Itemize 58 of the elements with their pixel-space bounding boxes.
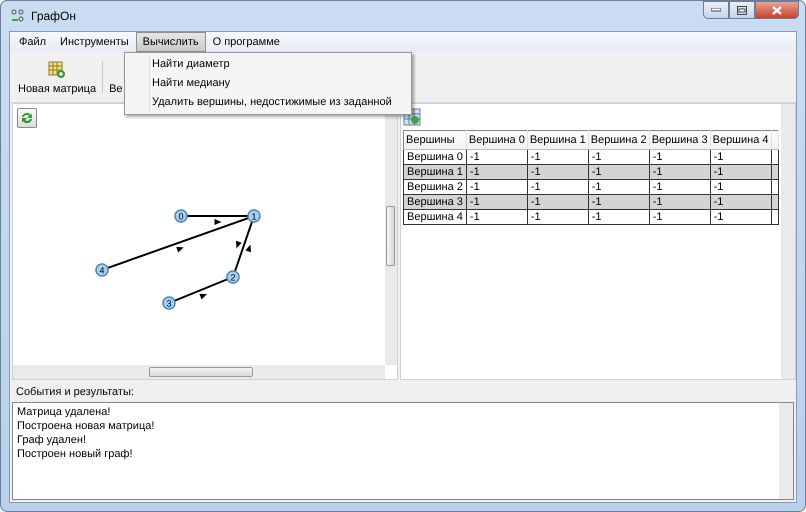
refresh-icon <box>20 111 34 125</box>
close-button[interactable] <box>755 1 799 19</box>
table-cell: -1 <box>466 210 528 224</box>
table-cell: -1 <box>710 194 772 210</box>
minimize-button[interactable] <box>703 1 729 19</box>
table-cell: -1 <box>588 210 650 224</box>
log-line: Построена новая матрица! <box>17 419 156 433</box>
column-header: Вершина 3 <box>649 130 710 150</box>
toolbar-button[interactable]: Ве <box>105 55 127 99</box>
window-title: ГрафОн <box>31 9 76 23</box>
table-cell: -1 <box>588 164 650 180</box>
menu-item[interactable]: О программе <box>206 32 287 52</box>
graph-node: 1 <box>247 209 261 223</box>
maximize-button[interactable] <box>729 1 755 19</box>
column-header: Вершина 0 <box>466 130 528 150</box>
scrollbar[interactable] <box>779 403 793 499</box>
graph-node: 0 <box>174 209 188 223</box>
column-header: Вершины <box>404 130 466 150</box>
table-cell: -1 <box>466 164 528 180</box>
events-label: События и результаты: <box>15 385 135 400</box>
table-cell: Вершина 1 <box>404 164 466 180</box>
graph-node: 3 <box>162 296 176 310</box>
menu-item[interactable]: Удалить вершины, недостижимые из заданной <box>125 93 411 112</box>
graph-node: 2 <box>226 270 240 284</box>
table-cell: Вершина 4 <box>404 210 466 224</box>
log-line: Построен новый граф! <box>17 447 134 461</box>
menu-item[interactable]: Найти диаметр <box>125 55 411 74</box>
menu-item[interactable]: Найти медиану <box>125 74 411 93</box>
table-cell: -1 <box>527 210 588 224</box>
minimize-icon <box>711 8 721 12</box>
menu-item[interactable]: Инструменты <box>53 32 136 52</box>
app-icon <box>11 9 25 23</box>
log-line: Граф удален! <box>17 433 88 447</box>
table-cell: -1 <box>710 164 772 180</box>
table-cell: -1 <box>649 210 710 224</box>
table-cell: -1 <box>527 164 588 180</box>
column-header: Вершина 2 <box>588 130 650 150</box>
refresh-button[interactable] <box>17 108 37 128</box>
edge-arrow <box>174 278 228 302</box>
table-cell: -1 <box>527 194 588 210</box>
menu-item[interactable]: Вычислить <box>136 32 206 52</box>
table-cell: -1 <box>466 194 528 210</box>
scrollbar[interactable] <box>13 365 385 379</box>
table-cell: -1 <box>649 194 710 210</box>
column-header: Вершина 4 <box>710 130 772 150</box>
maximize-icon <box>737 6 747 14</box>
column-header: Вершина 1 <box>527 130 588 150</box>
menu-item[interactable]: Файл <box>12 32 54 52</box>
toolbar-button[interactable]: Новая матрица <box>14 55 100 99</box>
table-add-icon <box>48 61 66 79</box>
table-cell: -1 <box>649 164 710 180</box>
log-line: Матрица удалена! <box>17 405 112 419</box>
scrollbar[interactable] <box>781 104 795 379</box>
close-icon <box>772 6 782 14</box>
table-cell: -1 <box>588 194 650 210</box>
table-cell: -1 <box>710 210 772 224</box>
graph-node: 4 <box>95 263 109 277</box>
table-cell: Вершина 3 <box>404 194 466 210</box>
